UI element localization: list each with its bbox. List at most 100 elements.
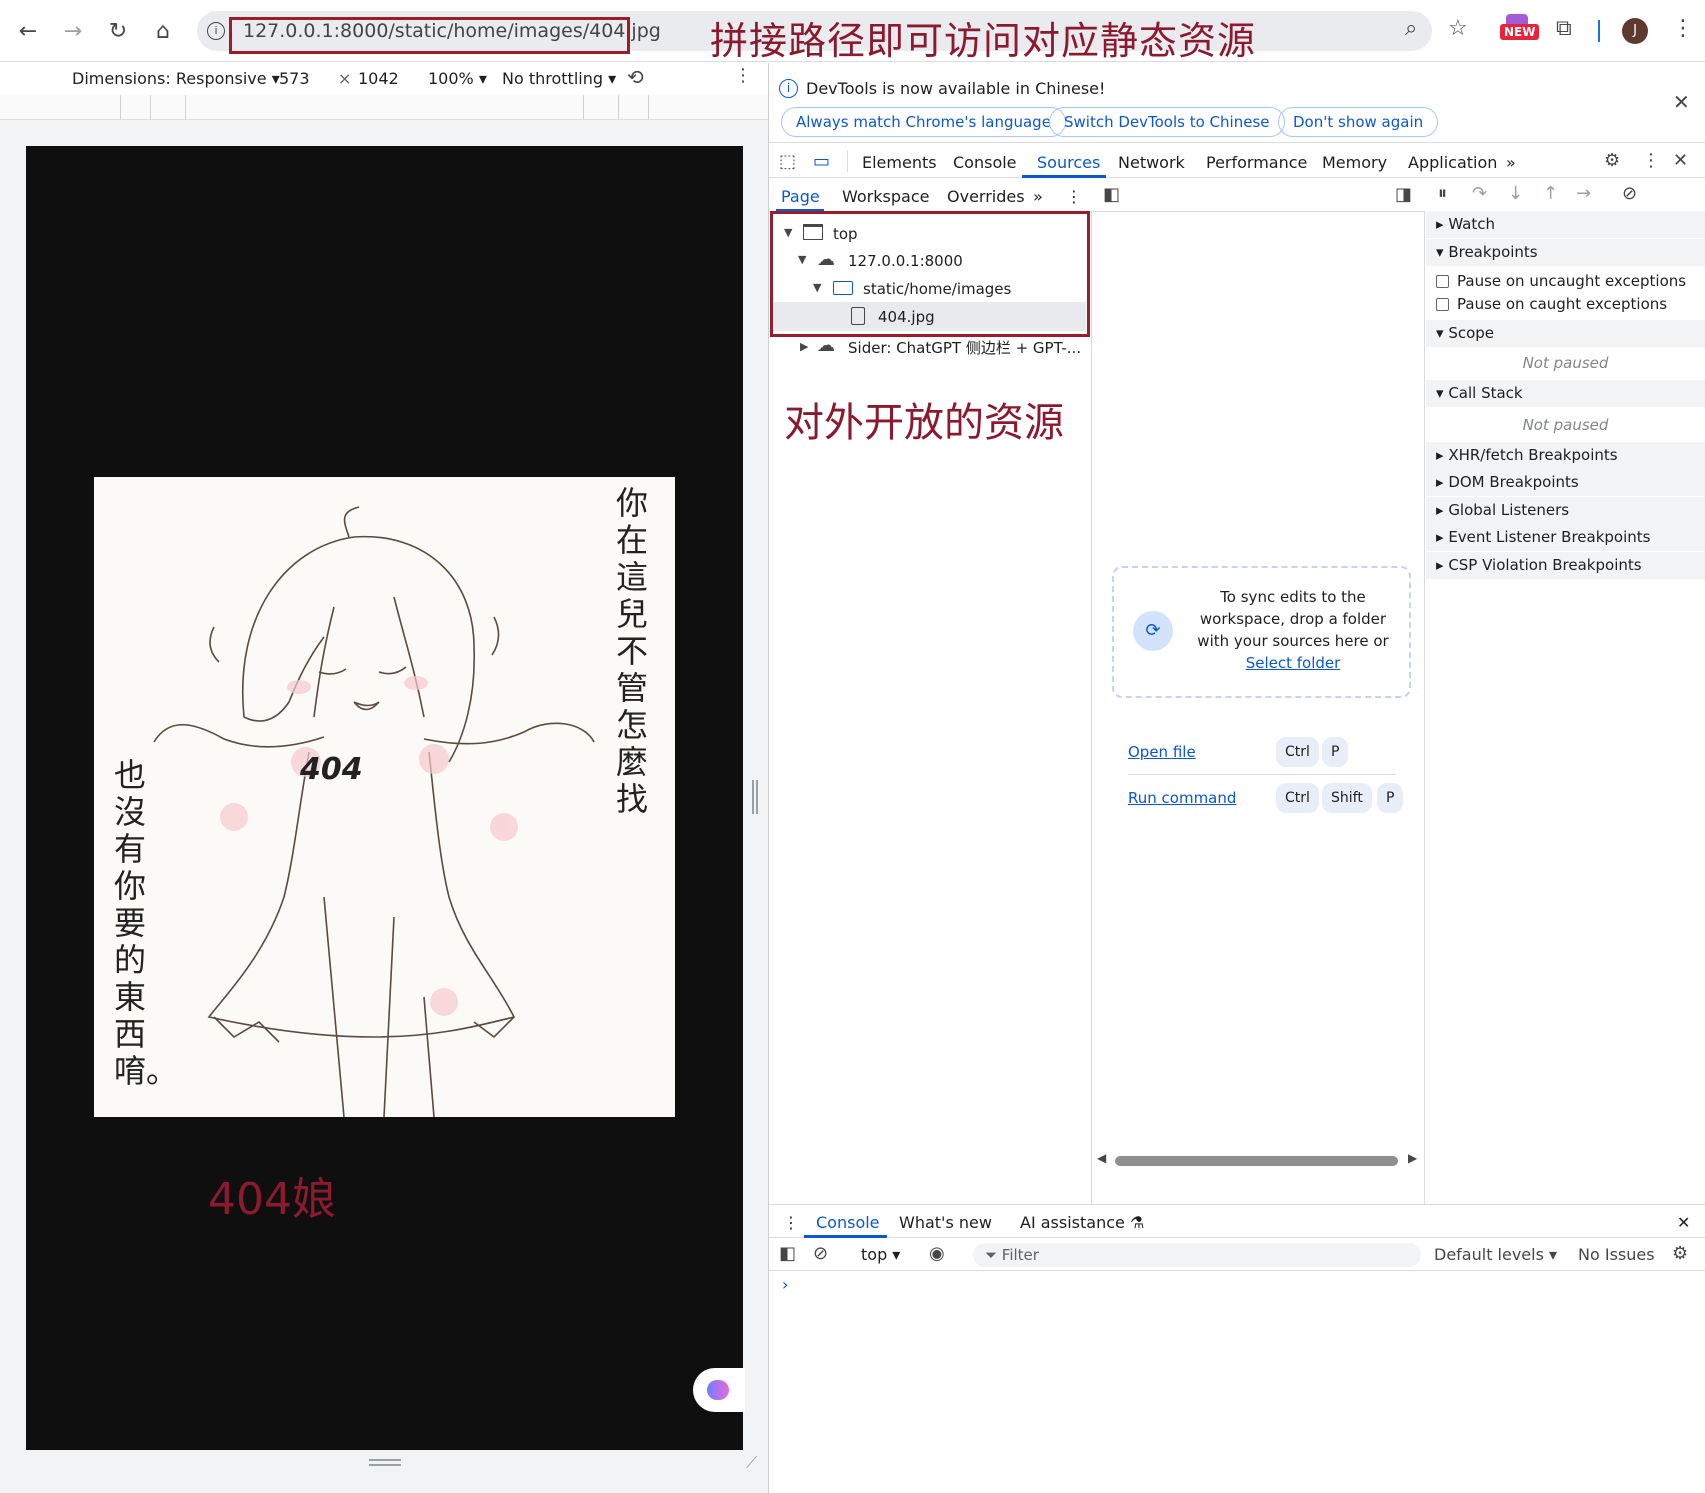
tab-application[interactable]: Application bbox=[1408, 153, 1497, 172]
context-label: top bbox=[861, 1245, 888, 1264]
tab-console[interactable]: Console bbox=[953, 153, 1017, 172]
editor-area bbox=[1093, 212, 1425, 1204]
subtab-overrides[interactable]: Overrides bbox=[947, 187, 1025, 206]
scroll-left-icon[interactable]: ◀ bbox=[1097, 1151, 1106, 1165]
extensions-icon[interactable]: ⧉ bbox=[1556, 16, 1572, 41]
step-icon[interactable]: → bbox=[1576, 183, 1591, 204]
horizontal-scrollbar[interactable] bbox=[1115, 1156, 1398, 1166]
close-infobar-icon[interactable]: ✕ bbox=[1673, 90, 1690, 114]
step-out-icon[interactable]: ↑ bbox=[1543, 183, 1558, 204]
resize-handle-bottom[interactable] bbox=[369, 1459, 401, 1461]
section-event-listener-breakpoints[interactable]: ▸ Event Listener Breakpoints bbox=[1426, 524, 1705, 551]
pause-uncaught-checkbox[interactable]: Pause on uncaught exceptions bbox=[1436, 272, 1686, 290]
site-info-icon[interactable]: i bbox=[207, 22, 225, 40]
media-query-ruler[interactable] bbox=[0, 95, 768, 120]
info-icon: i bbox=[779, 79, 798, 98]
device-toggle-icon[interactable]: ▭ bbox=[813, 151, 830, 172]
clear-console-icon[interactable]: ⊘ bbox=[813, 1243, 828, 1264]
callstack-not-paused: Not paused bbox=[1522, 416, 1609, 434]
inspect-element-icon[interactable]: ⬚ bbox=[779, 151, 796, 172]
device-more-icon[interactable]: ⋮ bbox=[734, 65, 752, 86]
more-tabs-icon[interactable]: » bbox=[1506, 153, 1516, 172]
xhr-label: XHR/fetch Breakpoints bbox=[1448, 446, 1618, 464]
tab-sources[interactable]: Sources bbox=[1037, 153, 1100, 172]
live-expression-eye-icon[interactable]: ◉ bbox=[929, 1243, 945, 1264]
tab-memory[interactable]: Memory bbox=[1322, 153, 1387, 172]
scroll-right-icon[interactable]: ▶ bbox=[1408, 1151, 1417, 1165]
sider-floating-button[interactable] bbox=[693, 1368, 745, 1412]
collapse-arrow-icon[interactable]: ▶ bbox=[800, 340, 808, 353]
subtab-page[interactable]: Page bbox=[781, 187, 820, 206]
reload-icon[interactable]: ↻ bbox=[101, 14, 135, 48]
section-csp-breakpoints[interactable]: ▸ CSP Violation Breakpoints bbox=[1426, 552, 1705, 579]
dont-show-again-button[interactable]: Don't show again bbox=[1278, 107, 1439, 137]
console-settings-icon[interactable]: ⚙ bbox=[1672, 1243, 1688, 1264]
file-navigator bbox=[769, 212, 1092, 1204]
section-dom-breakpoints[interactable]: ▸ DOM Breakpoints bbox=[1426, 469, 1705, 496]
kebab-menu-icon[interactable]: ⋮ bbox=[1672, 16, 1694, 41]
more-subtabs-icon[interactable]: » bbox=[1033, 187, 1043, 206]
toggle-debugger-icon[interactable]: ◨ bbox=[1395, 184, 1412, 205]
avatar[interactable]: J bbox=[1622, 18, 1648, 44]
section-global-listeners[interactable]: ▸ Global Listeners bbox=[1426, 497, 1705, 524]
settings-gear-icon[interactable]: ⚙ bbox=[1604, 150, 1620, 171]
height-input[interactable]: 1042 bbox=[358, 69, 399, 88]
device-toolbar: Dimensions: Responsive ▾ 573 × 1042 100%… bbox=[0, 63, 768, 95]
console-filter-input[interactable]: ⏷ Filter bbox=[973, 1243, 1421, 1267]
section-xhr-breakpoints[interactable]: ▸ XHR/fetch Breakpoints bbox=[1426, 442, 1705, 469]
annotation-top: 拼接路径即可访问对应静态资源 bbox=[710, 19, 1257, 63]
resize-corner-icon[interactable]: ⟋ bbox=[746, 1453, 757, 1473]
deactivate-breakpoints-icon[interactable]: ⊘ bbox=[1622, 183, 1637, 204]
open-file-link[interactable]: Open file bbox=[1128, 743, 1196, 761]
zoom-label: 100% bbox=[428, 69, 474, 88]
tab-network[interactable]: Network bbox=[1118, 153, 1185, 172]
section-call-stack[interactable]: ▾ Call Stack bbox=[1426, 380, 1705, 407]
always-match-language-button[interactable]: Always match Chrome's language bbox=[781, 107, 1066, 137]
switch-to-chinese-button[interactable]: Switch DevTools to Chinese bbox=[1049, 107, 1285, 137]
separator bbox=[1128, 774, 1396, 775]
pause-icon[interactable]: ⏸ bbox=[1438, 183, 1447, 204]
tab-performance[interactable]: Performance bbox=[1206, 153, 1307, 172]
dimensions-label: Dimensions: Responsive bbox=[72, 69, 267, 88]
step-into-icon[interactable]: ↓ bbox=[1508, 183, 1523, 204]
resize-handle-right[interactable] bbox=[752, 780, 758, 814]
section-scope[interactable]: ▾ Scope bbox=[1426, 320, 1705, 347]
section-breakpoints[interactable]: ▾ Breakpoints bbox=[1426, 239, 1705, 266]
forward-icon[interactable]: → bbox=[56, 14, 90, 48]
bookmark-star-icon[interactable]: ☆ bbox=[1448, 16, 1468, 41]
drawer-tab-console[interactable]: Console bbox=[816, 1213, 880, 1232]
zoom-select[interactable]: 100% ▾ bbox=[428, 69, 487, 88]
navigator-menu-icon[interactable]: ⋮ bbox=[1066, 187, 1082, 206]
step-over-icon[interactable]: ↷ bbox=[1472, 183, 1487, 204]
log-levels-select[interactable]: Default levels ▾ bbox=[1434, 1245, 1557, 1264]
back-icon[interactable]: ← bbox=[11, 14, 45, 48]
console-sidebar-icon[interactable]: ◧ bbox=[779, 1243, 796, 1264]
key-ctrl: Ctrl bbox=[1276, 783, 1319, 813]
tree-item-extension[interactable]: Sider: ChatGPT 侧边栏 + GPT-... bbox=[848, 337, 1081, 358]
home-icon[interactable]: ⌂ bbox=[146, 14, 180, 48]
drawer-tab-ai[interactable]: AI assistance ⚗ bbox=[1020, 1213, 1144, 1232]
zoom-icon[interactable]: ⌕ bbox=[1405, 16, 1417, 41]
dimensions-select[interactable]: Dimensions: Responsive ▾ bbox=[72, 69, 280, 88]
issues-counter[interactable]: No Issues bbox=[1578, 1245, 1655, 1264]
throttling-select[interactable]: No throttling ▾ bbox=[502, 69, 616, 88]
subtab-workspace[interactable]: Workspace bbox=[842, 187, 929, 206]
devtools-menu-icon[interactable]: ⋮ bbox=[1642, 150, 1660, 171]
width-input[interactable]: 573 bbox=[279, 69, 310, 88]
close-drawer-icon[interactable]: ✕ bbox=[1677, 1213, 1690, 1232]
pause-uncaught-label: Pause on uncaught exceptions bbox=[1457, 272, 1687, 290]
drop-instructions: To sync edits to the workspace, drop a f… bbox=[1197, 588, 1389, 650]
section-watch[interactable]: ▸ Watch bbox=[1426, 211, 1705, 238]
drawer-tab-whatsnew[interactable]: What's new bbox=[899, 1213, 992, 1232]
close-devtools-icon[interactable]: ✕ bbox=[1673, 150, 1688, 171]
tab-elements[interactable]: Elements bbox=[862, 153, 937, 172]
toggle-navigator-icon[interactable]: ◧ bbox=[1103, 184, 1120, 205]
drawer-menu-icon[interactable]: ⋮ bbox=[783, 1213, 799, 1232]
pause-caught-checkbox[interactable]: Pause on caught exceptions bbox=[1436, 295, 1667, 313]
console-prompt-icon[interactable]: › bbox=[782, 1275, 788, 1294]
filter-placeholder: Filter bbox=[1001, 1246, 1039, 1264]
rotate-icon[interactable]: ⟲ bbox=[627, 65, 644, 89]
select-folder-link[interactable]: Select folder bbox=[1246, 654, 1341, 672]
context-select[interactable]: top ▾ bbox=[861, 1245, 900, 1264]
run-command-link[interactable]: Run command bbox=[1128, 789, 1236, 807]
